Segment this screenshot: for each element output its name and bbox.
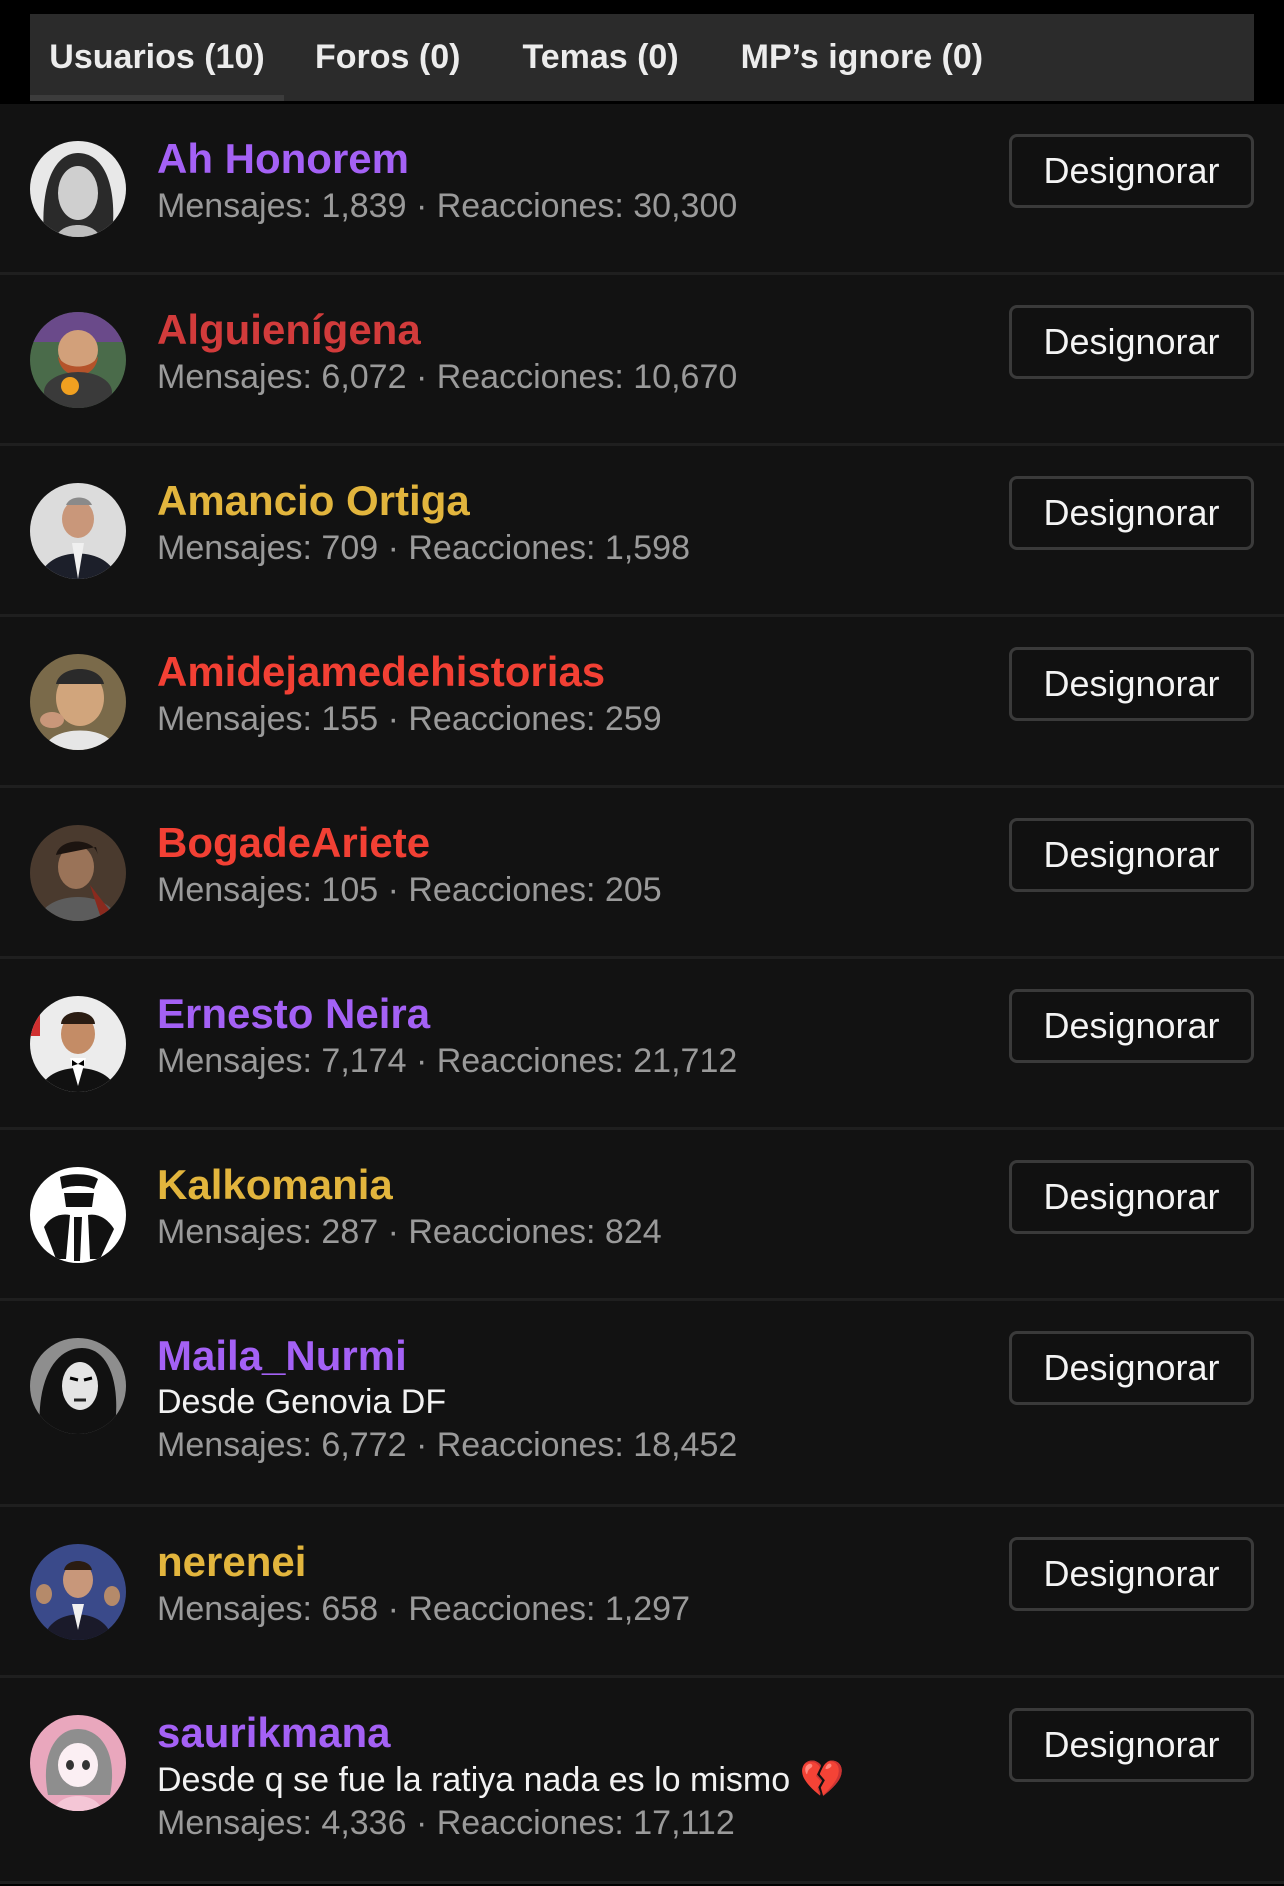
user-stats: Mensajes: 155 · Reacciones: 259 bbox=[157, 697, 662, 741]
stats-separator: · bbox=[378, 529, 409, 567]
messages-count: Mensajes: 4,336 bbox=[157, 1804, 407, 1842]
user-name-link[interactable]: Kalkomania bbox=[157, 1160, 662, 1210]
user-stats: Mensajes: 658 · Reacciones: 1,297 bbox=[157, 1587, 690, 1631]
list-item: Maila_Nurmi Desde Genovia DF Mensajes: 6… bbox=[0, 1301, 1284, 1507]
list-item: Kalkomania Mensajes: 287 · Reacciones: 8… bbox=[0, 1130, 1284, 1301]
stats-separator: · bbox=[378, 871, 409, 909]
older-man-avatar[interactable] bbox=[30, 654, 126, 750]
user-name-link[interactable]: Maila_Nurmi bbox=[157, 1331, 737, 1381]
list-item: Ernesto Neira Mensajes: 7,174 · Reaccion… bbox=[0, 959, 1284, 1130]
tab-mp-ignore[interactable]: MP’s ignore (0) bbox=[710, 14, 1014, 101]
unignore-button[interactable]: Designorar bbox=[1009, 1708, 1254, 1782]
list-item: nerenei Mensajes: 658 · Reacciones: 1,29… bbox=[0, 1507, 1284, 1678]
warrior-avatar[interactable] bbox=[30, 825, 126, 921]
stats-separator: · bbox=[406, 1804, 437, 1842]
reactions-count: Reacciones: 21,712 bbox=[436, 1042, 738, 1080]
unignore-button[interactable]: Designorar bbox=[1009, 305, 1254, 379]
woman-portrait-avatar[interactable] bbox=[30, 141, 126, 237]
stats-separator: · bbox=[378, 1590, 409, 1628]
vampira-avatar[interactable] bbox=[30, 1338, 126, 1434]
reactions-count: Reacciones: 1,297 bbox=[408, 1590, 690, 1628]
ignored-users-list: Ah Honorem Mensajes: 1,839 · Reacciones:… bbox=[0, 104, 1284, 1884]
messages-count: Mensajes: 6,772 bbox=[157, 1426, 407, 1464]
tab-foros[interactable]: Foros (0) bbox=[284, 14, 491, 101]
unignore-button[interactable]: Designorar bbox=[1009, 989, 1254, 1063]
list-item: saurikmana Desde q se fue la ratiya nada… bbox=[0, 1678, 1284, 1884]
messages-count: Mensajes: 155 bbox=[157, 700, 379, 738]
stats-separator: · bbox=[378, 700, 409, 738]
unignore-button[interactable]: Designorar bbox=[1009, 476, 1254, 550]
stats-separator: · bbox=[406, 1042, 437, 1080]
user-stats: Mensajes: 6,072 · Reacciones: 10,670 bbox=[157, 355, 737, 399]
messages-count: Mensajes: 658 bbox=[157, 1590, 379, 1628]
dakar-logo-avatar[interactable] bbox=[30, 1167, 126, 1263]
list-item: Alguienígena Mensajes: 6,072 · Reaccione… bbox=[0, 275, 1284, 446]
suited-man-avatar[interactable] bbox=[30, 483, 126, 579]
tuxedo-man-avatar[interactable] bbox=[30, 996, 126, 1092]
messages-count: Mensajes: 1,839 bbox=[157, 187, 407, 225]
bearded-man-avatar[interactable] bbox=[30, 312, 126, 408]
reactions-count: Reacciones: 205 bbox=[408, 871, 662, 909]
user-location: Desde Genovia DF bbox=[157, 1383, 447, 1421]
list-item: Amancio Ortiga Mensajes: 709 · Reaccione… bbox=[0, 446, 1284, 617]
list-item: BogadeAriete Mensajes: 105 · Reacciones:… bbox=[0, 788, 1284, 959]
messages-count: Mensajes: 105 bbox=[157, 871, 379, 909]
unignore-button[interactable]: Designorar bbox=[1009, 1160, 1254, 1234]
unignore-button[interactable]: Designorar bbox=[1009, 1537, 1254, 1611]
user-stats: Mensajes: 105 · Reacciones: 205 bbox=[157, 868, 662, 912]
tab-temas[interactable]: Temas (0) bbox=[491, 14, 709, 101]
user-name-link[interactable]: Ah Honorem bbox=[157, 134, 737, 184]
user-name-link[interactable]: Amidejamedehistorias bbox=[157, 647, 662, 697]
user-name-link[interactable]: BogadeAriete bbox=[157, 818, 662, 868]
unignore-button[interactable]: Designorar bbox=[1009, 134, 1254, 208]
reactions-count: Reacciones: 17,112 bbox=[436, 1804, 735, 1842]
broken-heart-icon: 💔 bbox=[799, 1758, 845, 1799]
reactions-count: Reacciones: 18,452 bbox=[436, 1426, 738, 1464]
reactions-count: Reacciones: 30,300 bbox=[436, 187, 738, 225]
reactions-count: Reacciones: 259 bbox=[408, 700, 662, 738]
messages-count: Mensajes: 709 bbox=[157, 529, 379, 567]
messages-count: Mensajes: 7,174 bbox=[157, 1042, 407, 1080]
reactions-count: Reacciones: 824 bbox=[408, 1213, 662, 1251]
unignore-button[interactable]: Designorar bbox=[1009, 1331, 1254, 1405]
stats-separator: · bbox=[378, 1213, 409, 1251]
messages-count: Mensajes: 6,072 bbox=[157, 358, 407, 396]
politician-avatar[interactable] bbox=[30, 1544, 126, 1640]
user-location-text: Desde q se fue la ratiya nada es lo mism… bbox=[157, 1761, 791, 1799]
user-location: Desde q se fue la ratiya nada es lo mism… bbox=[157, 1758, 844, 1801]
list-item: Ah Honorem Mensajes: 1,839 · Reacciones:… bbox=[0, 104, 1284, 275]
anime-girl-avatar[interactable] bbox=[30, 1715, 126, 1811]
user-name-link[interactable]: Ernesto Neira bbox=[157, 989, 737, 1039]
user-name-link[interactable]: Amancio Ortiga bbox=[157, 476, 690, 526]
reactions-count: Reacciones: 1,598 bbox=[408, 529, 690, 567]
user-stats: Mensajes: 6,772 · Reacciones: 18,452 bbox=[157, 1423, 737, 1467]
user-stats: Mensajes: 4,336 · Reacciones: 17,112 bbox=[157, 1801, 844, 1845]
ignore-tabs: Usuarios (10) Foros (0) Temas (0) MP’s i… bbox=[30, 14, 1254, 101]
user-stats: Mensajes: 7,174 · Reacciones: 21,712 bbox=[157, 1039, 737, 1083]
user-stats: Mensajes: 287 · Reacciones: 824 bbox=[157, 1210, 662, 1254]
user-name-link[interactable]: nerenei bbox=[157, 1537, 690, 1587]
messages-count: Mensajes: 287 bbox=[157, 1213, 379, 1251]
unignore-button[interactable]: Designorar bbox=[1009, 647, 1254, 721]
user-stats: Mensajes: 709 · Reacciones: 1,598 bbox=[157, 526, 690, 570]
user-name-link[interactable]: saurikmana bbox=[157, 1708, 844, 1758]
unignore-button[interactable]: Designorar bbox=[1009, 818, 1254, 892]
reactions-count: Reacciones: 10,670 bbox=[436, 358, 738, 396]
stats-separator: · bbox=[406, 1426, 437, 1464]
stats-separator: · bbox=[406, 358, 437, 396]
user-name-link[interactable]: Alguienígena bbox=[157, 305, 737, 355]
user-stats: Mensajes: 1,839 · Reacciones: 30,300 bbox=[157, 184, 737, 228]
list-item: Amidejamedehistorias Mensajes: 155 · Rea… bbox=[0, 617, 1284, 788]
stats-separator: · bbox=[406, 187, 437, 225]
tab-usuarios[interactable]: Usuarios (10) bbox=[30, 14, 284, 101]
